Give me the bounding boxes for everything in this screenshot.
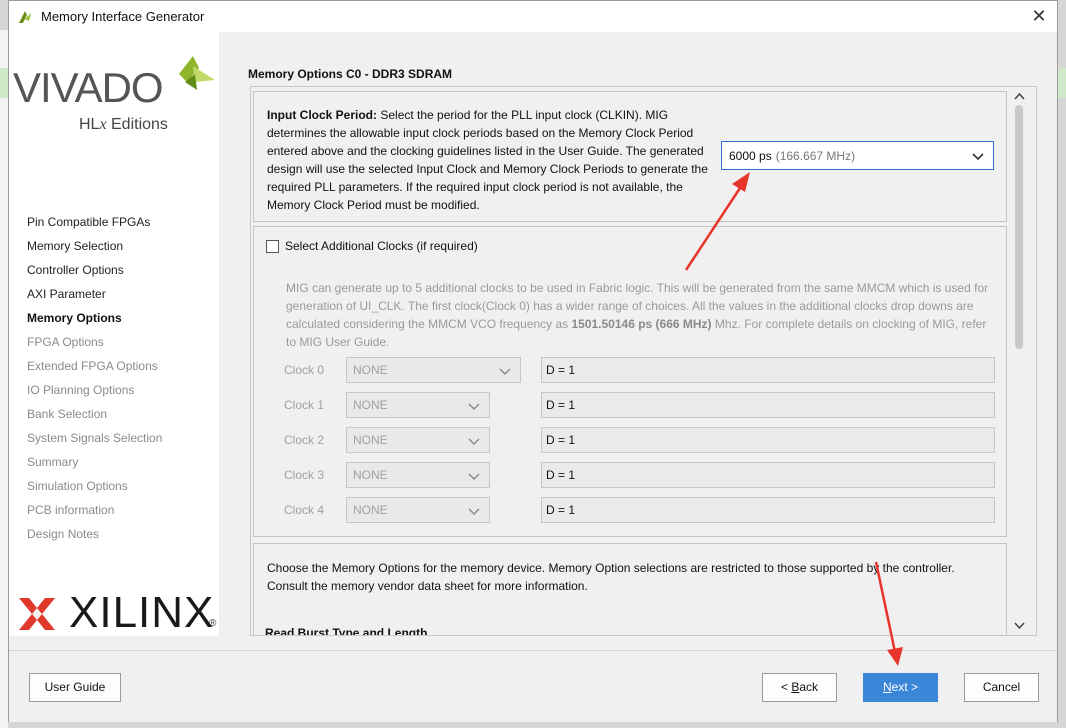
title-bar: Memory Interface Generator ✕ (9, 1, 1057, 32)
sidebar-item-axi-parameter[interactable]: AXI Parameter (27, 286, 162, 310)
background-app-banner (0, 68, 8, 98)
clock-3-divider-field[interactable]: D = 1 (541, 462, 995, 488)
clock-0-divider-field[interactable]: D = 1 (541, 357, 995, 383)
read-burst-heading: Read Burst Type and Length (265, 626, 428, 636)
clock-label: Clock 3 (284, 468, 325, 482)
xilinx-logo: XILINX ® (13, 588, 223, 638)
input-clock-description: Input Clock Period: Select the period fo… (267, 108, 708, 212)
sidebar-item-design-notes[interactable]: Design Notes (27, 526, 162, 550)
chevron-down-icon (499, 368, 511, 376)
sidebar-item-summary[interactable]: Summary (27, 454, 162, 478)
clock-select-value: NONE (353, 363, 388, 377)
clock-4-select[interactable]: NONE (346, 497, 490, 523)
sidebar-item-extended-fpga-options[interactable]: Extended FPGA Options (27, 358, 162, 382)
sidebar-item-fpga-options[interactable]: FPGA Options (27, 334, 162, 358)
vertical-scrollbar[interactable] (1011, 87, 1028, 635)
sidebar-item-io-planning-options[interactable]: IO Planning Options (27, 382, 162, 406)
additional-clocks-description: MIG can generate up to 5 additional cloc… (286, 281, 989, 349)
additional-clocks-label: Select Additional Clocks (if required) (285, 239, 478, 253)
sidebar-item-system-signals-selection[interactable]: System Signals Selection (27, 430, 162, 454)
input-clock-frequency-hint: (166.667 MHz) (775, 148, 856, 163)
vivado-wordmark: VIVADO (13, 64, 164, 111)
back-button[interactable]: < Back (762, 673, 837, 702)
sidebar-item-controller-options[interactable]: Controller Options (27, 262, 162, 286)
clock-label: Clock 1 (284, 398, 325, 412)
page-title: Memory Options C0 - DDR3 SDRAM (248, 67, 453, 81)
clock-select-value: NONE (353, 398, 388, 412)
close-button[interactable]: ✕ (1029, 6, 1049, 26)
scroll-down-icon[interactable] (1013, 619, 1026, 632)
additional-clocks-checkbox[interactable] (266, 239, 279, 253)
additional-clocks-panel: Select Additional Clocks (if required) M… (253, 226, 1007, 537)
input-clock-period-value: 6000 ps (729, 148, 772, 163)
clock-select-value: NONE (353, 433, 388, 447)
clock-3-select[interactable]: NONE (346, 462, 490, 488)
window-title: Memory Interface Generator (41, 9, 205, 24)
clock-label: Clock 0 (284, 363, 325, 377)
clock-4-divider-field[interactable]: D = 1 (541, 497, 995, 523)
wizard-content: Memory Options C0 - DDR3 SDRAM Input Clo… (220, 32, 1057, 636)
cancel-button[interactable]: Cancel (964, 673, 1039, 702)
memory-options-description: Choose the Memory Options for the memory… (267, 561, 955, 593)
clock-label: Clock 2 (284, 433, 325, 447)
sidebar-item-pcb-information[interactable]: PCB information (27, 502, 162, 526)
scroll-up-icon[interactable] (1013, 90, 1026, 103)
close-icon: ✕ (1031, 6, 1047, 26)
chevron-down-icon (468, 473, 480, 481)
clock-select-value: NONE (353, 503, 388, 517)
next-button[interactable]: Next > (863, 673, 938, 702)
vivado-logo: VIVADO HLx Editions (13, 46, 218, 133)
sidebar-item-simulation-options[interactable]: Simulation Options (27, 478, 162, 502)
sidebar-item-memory-options[interactable]: Memory Options (27, 310, 162, 334)
input-clock-period-select[interactable]: 6000 ps (166.667 MHz) (721, 141, 994, 170)
clock-1-select[interactable]: NONE (346, 392, 490, 418)
chevron-down-icon (468, 403, 480, 411)
clock-1-divider-field[interactable]: D = 1 (541, 392, 995, 418)
clock-row-0: Clock 0 NONE (284, 357, 521, 383)
background-app-edge (0, 30, 8, 728)
clock-row-2: Clock 2 NONE (284, 427, 490, 453)
additional-clocks-option[interactable]: Select Additional Clocks (if required) (266, 239, 478, 253)
registered-mark: ® (209, 618, 217, 629)
xilinx-wordmark: XILINX (69, 588, 215, 637)
clock-label: Clock 4 (284, 503, 325, 517)
scroll-thumb[interactable] (1015, 105, 1023, 349)
clock-row-1: Clock 1 NONE (284, 392, 490, 418)
mig-dialog: Memory Interface Generator ✕ VIVADO HLx … (8, 0, 1058, 722)
clock-0-select[interactable]: NONE (346, 357, 521, 383)
sidebar-item-bank-selection[interactable]: Bank Selection (27, 406, 162, 430)
sidebar-item-pin-compatible-fpgas[interactable]: Pin Compatible FPGAs (27, 214, 162, 238)
clock-2-select[interactable]: NONE (346, 427, 490, 453)
clock-select-value: NONE (353, 468, 388, 482)
wizard-sidebar: VIVADO HLx Editions Pin Compatible FPGAs… (9, 32, 219, 637)
chevron-down-icon (972, 153, 984, 161)
vivado-leaf-icon (179, 56, 215, 90)
clock-row-4: Clock 4 NONE (284, 497, 490, 523)
dialog-footer: User Guide < Back Next > Cancel (9, 650, 1057, 722)
chevron-down-icon (468, 508, 480, 516)
hlx-editions-label: HLx Editions (79, 116, 168, 133)
xilinx-x-icon (19, 598, 55, 630)
sidebar-item-memory-selection[interactable]: Memory Selection (27, 238, 162, 262)
user-guide-button[interactable]: User Guide (29, 673, 121, 702)
clock-2-divider-field[interactable]: D = 1 (541, 427, 995, 453)
input-clock-panel: Input Clock Period: Select the period fo… (253, 91, 1007, 222)
memory-options-panel: Choose the Memory Options for the memory… (253, 543, 1007, 636)
wizard-steps: Pin Compatible FPGAs Memory Selection Cont… (27, 214, 162, 550)
options-scroll-pane[interactable]: Input Clock Period: Select the period fo… (250, 86, 1037, 636)
chevron-down-icon (468, 438, 480, 446)
vivado-app-icon (19, 10, 31, 23)
clock-row-3: Clock 3 NONE (284, 462, 490, 488)
